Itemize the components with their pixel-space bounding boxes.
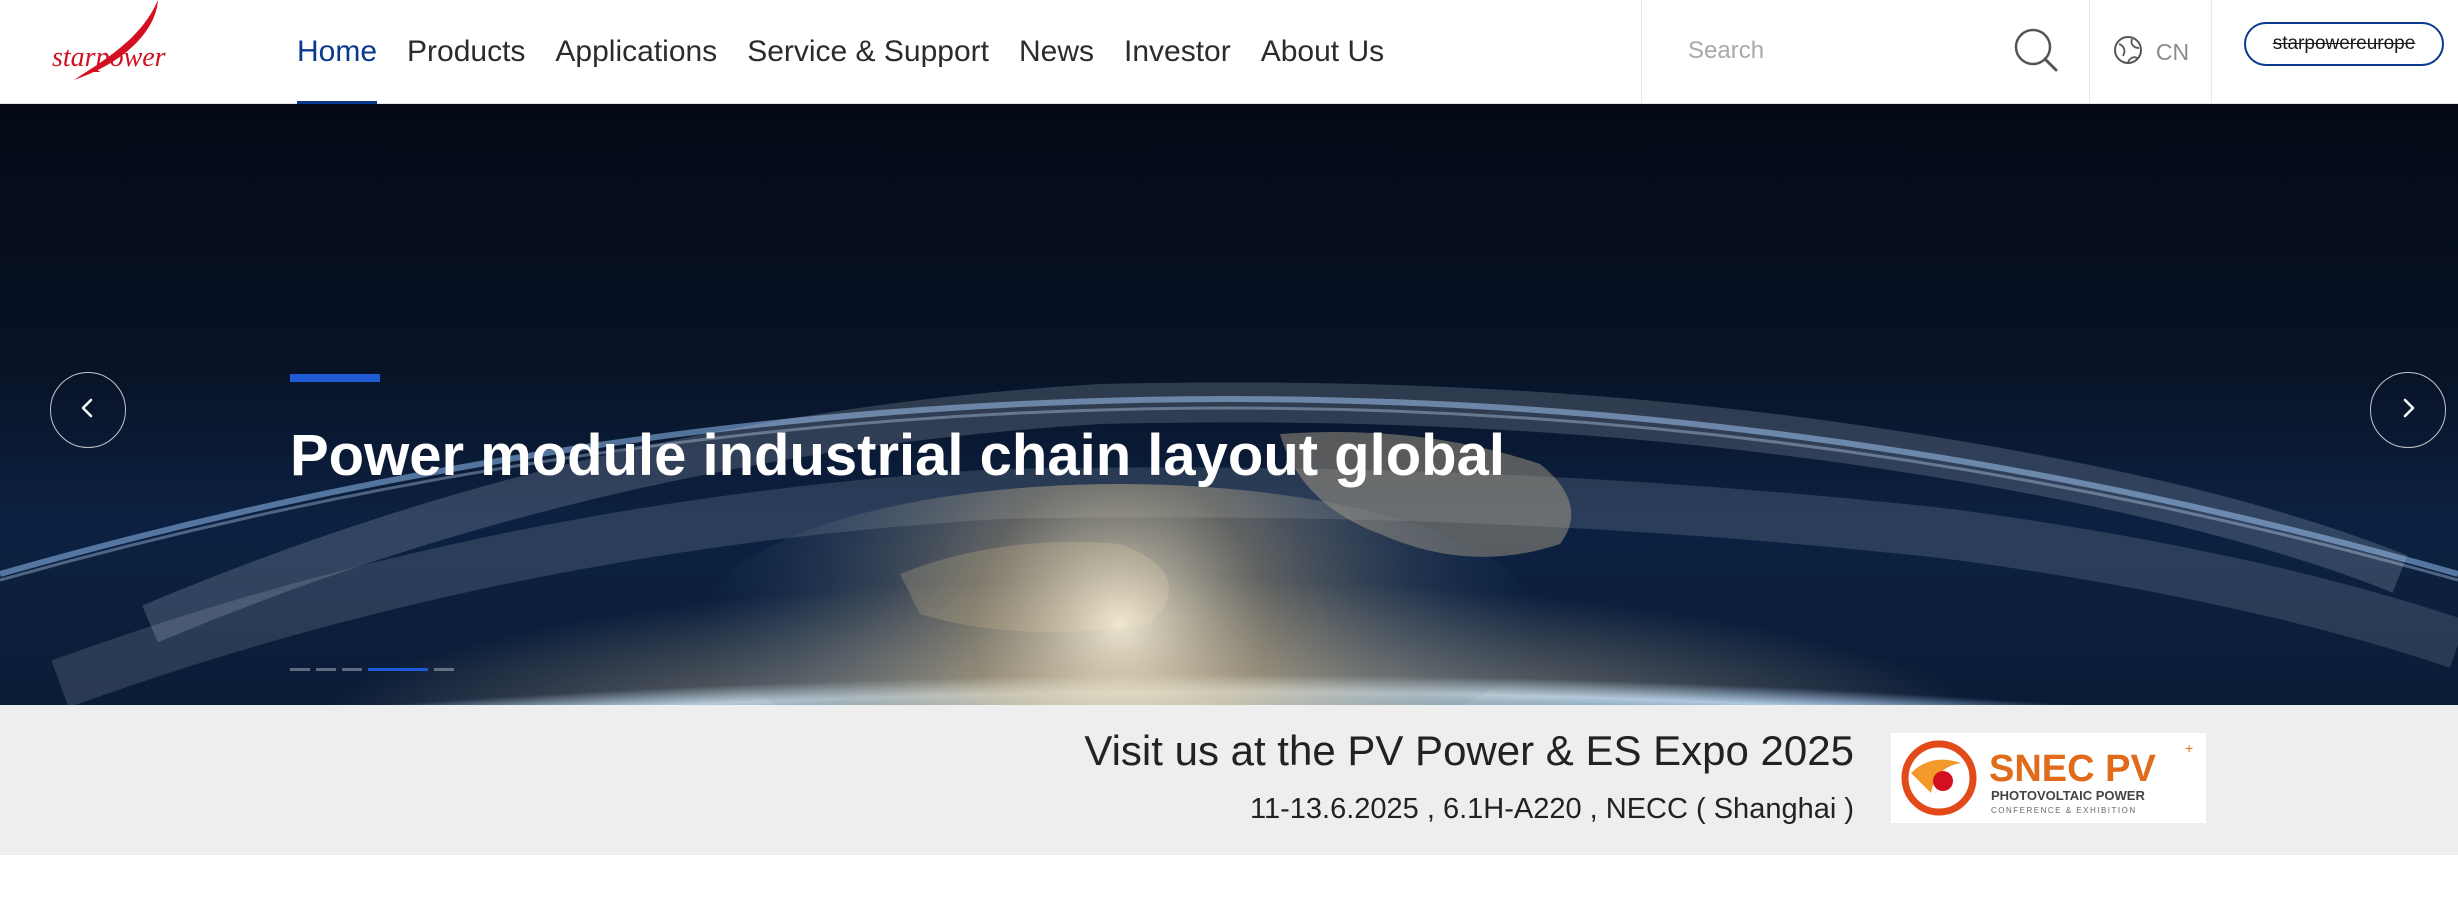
slider-dot[interactable] [434, 668, 454, 671]
svg-text:starpower: starpower [52, 42, 166, 73]
expo-details: 11-13.6.2025 , 6.1H-A220 , NECC ( Shangh… [1250, 793, 1854, 825]
slider-pagination [290, 668, 454, 671]
slider-dot-active[interactable] [368, 668, 428, 671]
slider-dot[interactable] [290, 668, 310, 671]
globe-icon [2112, 34, 2144, 71]
nav-item-home[interactable]: Home [282, 0, 392, 104]
svg-text:+: + [2185, 740, 2193, 756]
slider-prev-button[interactable] [50, 372, 126, 448]
earth-image [0, 382, 2458, 705]
nav-item-applications[interactable]: Applications [540, 0, 732, 104]
snec-pv-logo: SNEC PV + PHOTOVOLTAIC POWER CONFERENCE … [1891, 733, 2206, 823]
svg-text:CONFERENCE & EXHIBITION: CONFERENCE & EXHIBITION [1991, 806, 2137, 815]
slider-dot[interactable] [316, 668, 336, 671]
search-input[interactable] [1688, 26, 1988, 76]
site-header: starpower Home Products Applications Ser… [0, 0, 2458, 104]
hero-slider: Power module industrial chain layout glo… [0, 104, 2458, 705]
nav-item-investor[interactable]: Investor [1109, 0, 1246, 104]
search-box [1641, 0, 2090, 104]
nav-item-about-us[interactable]: About Us [1246, 0, 1399, 104]
hero-accent-bar [290, 374, 380, 382]
expo-banner[interactable]: Visit us at the PV Power & ES Expo 2025 … [0, 705, 2458, 855]
search-icon[interactable] [2006, 20, 2066, 80]
language-label: CN [2155, 38, 2190, 65]
slider-next-button[interactable] [2370, 372, 2446, 448]
language-switch[interactable]: CN [2090, 0, 2212, 104]
chevron-right-icon [2398, 396, 2418, 425]
nav-item-products[interactable]: Products [392, 0, 540, 104]
slider-dot[interactable] [342, 668, 362, 671]
hero-title: Power module industrial chain layout glo… [290, 423, 1505, 488]
expo-title: Visit us at the PV Power & ES Expo 2025 [1084, 727, 1854, 774]
svg-text:PHOTOVOLTAIC POWER: PHOTOVOLTAIC POWER [1991, 788, 2145, 803]
starpower-logo[interactable]: starpower [46, 0, 186, 92]
svg-text:SNEC PV: SNEC PV [1989, 748, 2156, 790]
nav-item-service-support[interactable]: Service & Support [732, 0, 1004, 104]
main-nav: Home Products Applications Service & Sup… [282, 0, 1399, 104]
chevron-left-icon [78, 396, 98, 425]
nav-item-news[interactable]: News [1004, 0, 1109, 104]
starpowereurope-button[interactable]: starpowereurope [2244, 22, 2444, 66]
